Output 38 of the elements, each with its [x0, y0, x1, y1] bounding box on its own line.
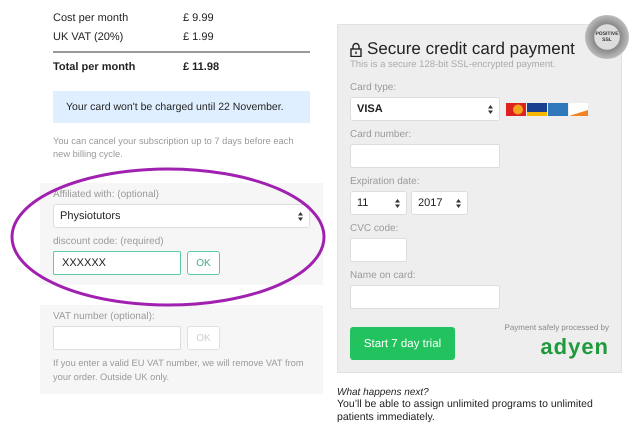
- discount-code-field[interactable]: XXXXXX: [53, 251, 181, 275]
- summary-amount: £ 9.99: [183, 12, 214, 24]
- sort-arrows-icon: [456, 198, 461, 208]
- adyen-logo: adyen: [540, 334, 609, 360]
- summary-label: UK VAT (20%): [53, 30, 124, 42]
- summary-amount: £ 11.98: [183, 61, 220, 73]
- field-label: Expiration date:: [350, 176, 420, 187]
- sort-arrows-icon: [298, 212, 303, 220]
- cancel-note: You can cancel your subscription up to 7 days before each new billing cycle.: [53, 135, 294, 161]
- sort-arrows-icon: [488, 104, 493, 114]
- card-type-select[interactable]: VISA: [350, 97, 500, 121]
- lock-icon: [350, 42, 362, 56]
- summary-amount: £ 1.99: [183, 30, 214, 42]
- payment-title: Secure credit card payment: [367, 39, 575, 59]
- field-label: Card type:: [350, 82, 398, 93]
- field-label: VAT number (optional):: [53, 311, 156, 322]
- summary-label: Cost per month: [53, 12, 130, 24]
- summary-label: Total per month: [53, 61, 136, 73]
- card-logos-icon: [506, 102, 588, 116]
- payment-subtitle: This is a secure 128-bit SSL-encrypted payment.: [350, 59, 556, 70]
- sort-arrows-icon: [395, 198, 400, 208]
- next-title: What happens next?: [337, 387, 430, 398]
- cvc-field[interactable]: [350, 238, 407, 262]
- field-label: Name on card:: [350, 270, 417, 281]
- card-number-field[interactable]: [350, 144, 500, 168]
- field-label: discount code: (required): [53, 236, 165, 247]
- month-select[interactable]: 11: [350, 191, 407, 215]
- year-select[interactable]: 2017: [411, 191, 468, 215]
- field-label: Card number:: [350, 129, 412, 140]
- vat-number-field[interactable]: [53, 326, 181, 350]
- vat-note: If you enter a valid EU VAT number, we will remove VAT from your order. Outside UK only.: [53, 357, 305, 384]
- processor-note: Payment safely processed by: [504, 323, 609, 332]
- next-text: You’ll be able to assign unlimited programs to unlimited patients immediately.: [337, 398, 594, 423]
- name-on-card-field[interactable]: [350, 285, 500, 309]
- charge-notice: Your card won't be charged until 22 November.: [53, 91, 310, 123]
- field-label: CVC code:: [350, 223, 400, 234]
- affiliation-select[interactable]: Physiotutors: [53, 204, 310, 228]
- field-label: Affiliated with: (optional): [53, 189, 160, 200]
